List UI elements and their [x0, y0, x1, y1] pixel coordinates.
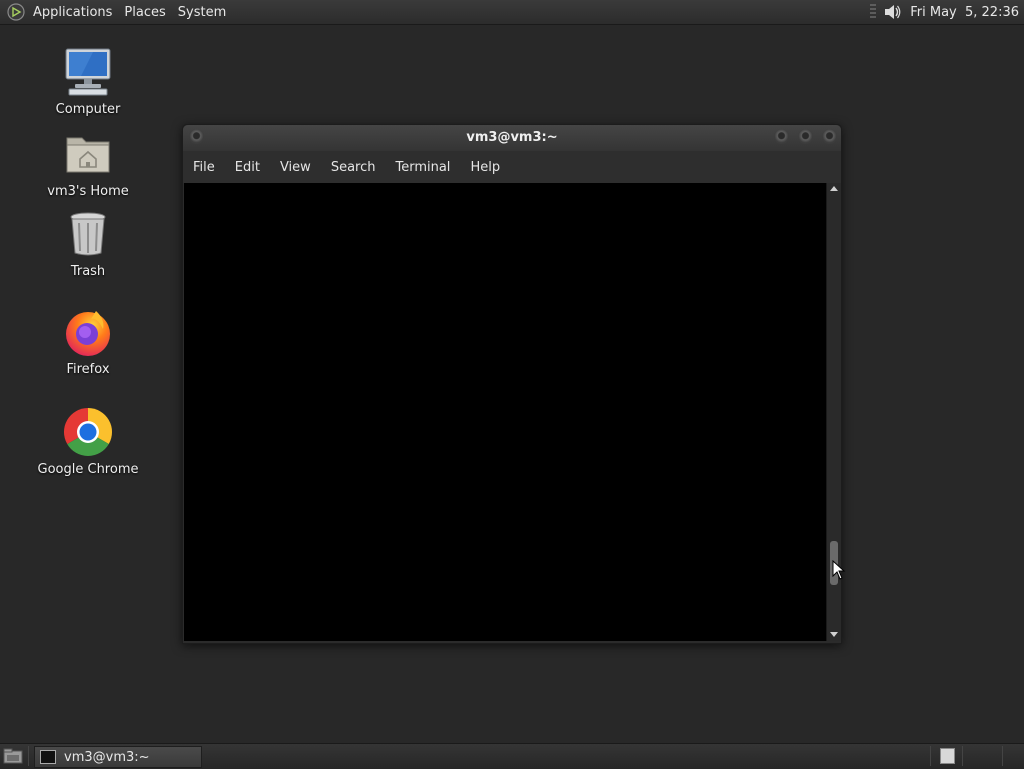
scroll-down-arrow-icon[interactable]: [830, 632, 838, 637]
desktop-icon-firefox[interactable]: Firefox: [28, 306, 148, 377]
workspace-switcher-1[interactable]: [940, 748, 955, 764]
taskbar-label: vm3@vm3:~: [64, 749, 150, 765]
terminal-output-area[interactable]: [184, 183, 826, 641]
desktop-icon-label: Computer: [55, 102, 121, 117]
menu-edit[interactable]: Edit: [235, 160, 260, 175]
menu-file[interactable]: File: [193, 160, 215, 175]
clock[interactable]: Fri May 5, 22:36: [910, 5, 1019, 20]
firefox-icon: [66, 311, 110, 356]
window-title: vm3@vm3:~: [466, 130, 558, 145]
volume-icon[interactable]: [882, 2, 902, 22]
panel-separator: [962, 746, 963, 766]
home-folder-icon: [66, 137, 110, 173]
desktop-icon-computer[interactable]: Computer: [28, 46, 148, 117]
terminal-icon: [40, 750, 56, 764]
close-button[interactable]: [822, 129, 837, 144]
desktop-icon-label: vm3's Home: [47, 184, 129, 199]
system-menu[interactable]: System: [178, 5, 226, 20]
places-menu[interactable]: Places: [124, 5, 165, 20]
menu-search[interactable]: Search: [331, 160, 376, 175]
desktop-icon-label: Trash: [70, 264, 106, 279]
menu-terminal[interactable]: Terminal: [395, 160, 450, 175]
taskbar-terminal-button[interactable]: vm3@vm3:~: [34, 746, 202, 768]
terminal-window[interactable]: vm3@vm3:~ File Edit View Search Terminal…: [182, 124, 842, 644]
show-desktop-icon[interactable]: [3, 748, 23, 764]
terminal-menubar: File Edit View Search Terminal Help: [183, 151, 841, 183]
menu-help[interactable]: Help: [470, 160, 500, 175]
applications-menu-icon[interactable]: [7, 3, 25, 21]
trash-icon: [70, 212, 106, 256]
chrome-icon: [63, 408, 113, 457]
mouse-pointer-icon: [832, 560, 846, 580]
bottom-panel: vm3@vm3:~: [0, 743, 1024, 769]
top-panel: Applications Places System Fri May 5, 22…: [0, 0, 1024, 25]
panel-separator: [870, 4, 877, 20]
applications-menu[interactable]: Applications: [33, 5, 112, 20]
computer-icon: [65, 48, 111, 96]
panel-separator: [930, 746, 931, 766]
panel-separator: [1002, 746, 1003, 766]
desktop-icon-home[interactable]: vm3's Home: [28, 128, 148, 199]
desktop-icon-label: Google Chrome: [37, 462, 139, 477]
maximize-button[interactable]: [798, 129, 813, 144]
window-titlebar[interactable]: vm3@vm3:~: [183, 125, 841, 151]
menu-view[interactable]: View: [280, 160, 311, 175]
desktop-icon-trash[interactable]: Trash: [28, 208, 148, 279]
scroll-up-arrow-icon[interactable]: [830, 186, 838, 191]
desktop-icon-label: Firefox: [66, 362, 110, 377]
panel-separator: [28, 746, 29, 766]
minimize-button[interactable]: [774, 129, 789, 144]
desktop-icon-chrome[interactable]: Google Chrome: [28, 406, 148, 477]
